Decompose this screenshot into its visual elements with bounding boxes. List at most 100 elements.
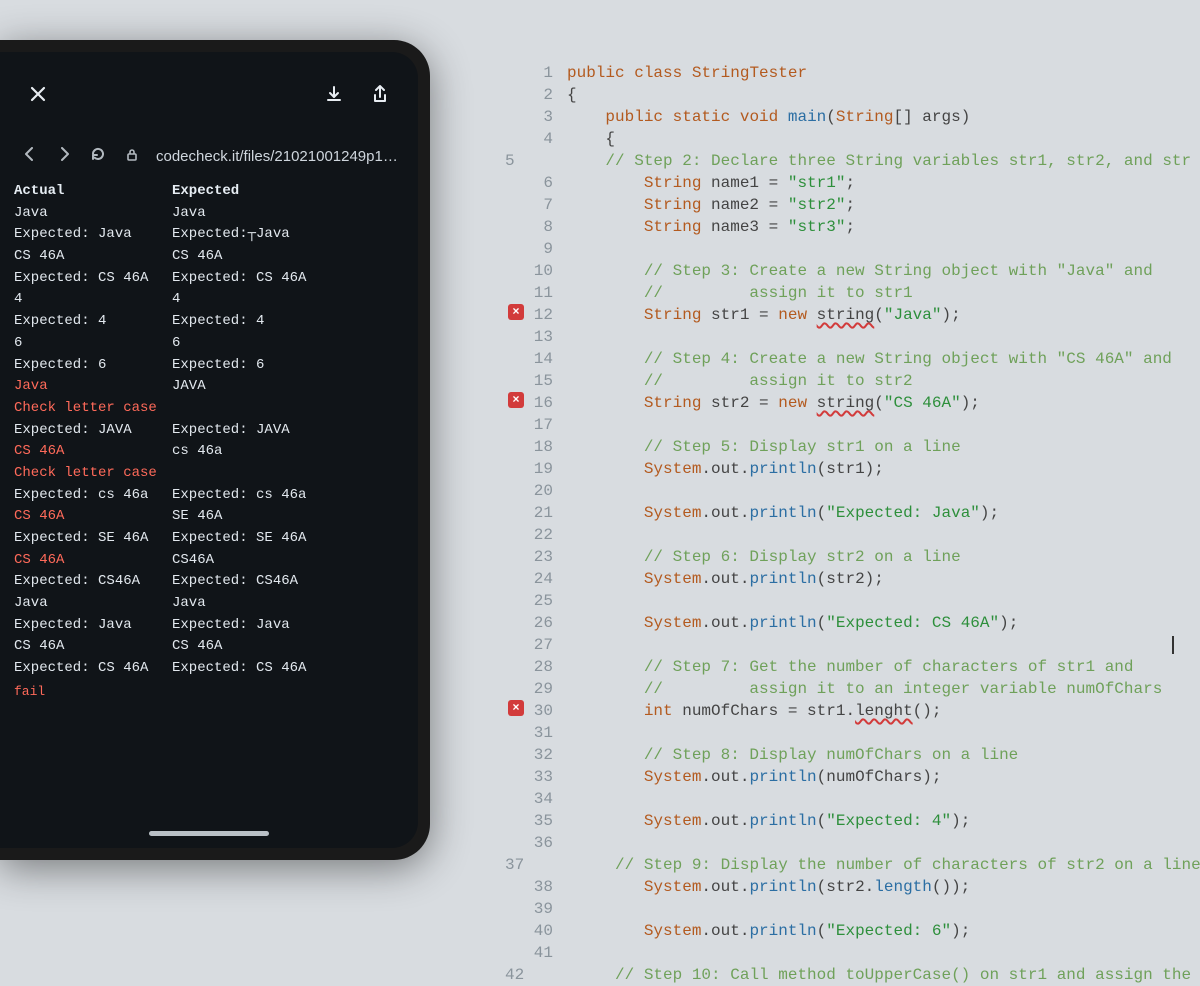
code-line[interactable]: 20 bbox=[505, 480, 1190, 502]
code-line[interactable]: 42 // Step 10: Call method toUpperCase()… bbox=[505, 964, 1190, 986]
code-content[interactable]: System.out.println(numOfChars); bbox=[567, 766, 941, 788]
code-line[interactable]: 18 // Step 5: Display str1 on a line bbox=[505, 436, 1190, 458]
code-content[interactable]: // Step 2: Declare three String variable… bbox=[529, 150, 1192, 172]
code-line[interactable]: 26 System.out.println("Expected: CS 46A"… bbox=[505, 612, 1190, 634]
code-line[interactable]: 11 // assign it to str1 bbox=[505, 282, 1190, 304]
code-line[interactable]: 17 bbox=[505, 414, 1190, 436]
code-content[interactable]: System.out.println(str1); bbox=[567, 458, 884, 480]
code-content[interactable]: String name1 = "str1"; bbox=[567, 172, 855, 194]
code-line[interactable]: 32 // Step 8: Display numOfChars on a li… bbox=[505, 744, 1190, 766]
line-number: 18 bbox=[527, 436, 567, 458]
code-line[interactable]: 33 System.out.println(numOfChars); bbox=[505, 766, 1190, 788]
code-line[interactable]: 21 System.out.println("Expected: Java"); bbox=[505, 502, 1190, 524]
code-content[interactable]: // Step 8: Display numOfChars on a line bbox=[567, 744, 1018, 766]
code-content[interactable]: System.out.println("Expected: 6"); bbox=[567, 920, 970, 942]
code-line[interactable]: ×12 String str1 = new string("Java"); bbox=[505, 304, 1190, 326]
code-line[interactable]: 40 System.out.println("Expected: 6"); bbox=[505, 920, 1190, 942]
code-line[interactable]: 1public class StringTester bbox=[505, 62, 1190, 84]
download-icon[interactable] bbox=[320, 80, 348, 108]
code-editor[interactable]: 1public class StringTester2{3 public sta… bbox=[505, 62, 1190, 890]
code-line[interactable]: 24 System.out.println(str2); bbox=[505, 568, 1190, 590]
url-text[interactable]: codecheck.it/files/21021001249p1b4a9sn32… bbox=[156, 148, 398, 165]
code-line[interactable]: 36 bbox=[505, 832, 1190, 854]
line-number: 36 bbox=[527, 832, 567, 854]
code-content[interactable]: // assign it to str1 bbox=[567, 282, 913, 304]
forward-icon[interactable] bbox=[54, 146, 74, 167]
code-content[interactable] bbox=[567, 634, 1174, 656]
code-content[interactable]: public static void main(String[] args) bbox=[567, 106, 970, 128]
code-line[interactable]: 8 String name3 = "str3"; bbox=[505, 216, 1190, 238]
code-line[interactable]: 2{ bbox=[505, 84, 1190, 106]
code-line[interactable]: 25 bbox=[505, 590, 1190, 612]
table-cell-actual: Expected: JAVA bbox=[14, 420, 154, 442]
table-cell-actual: Expected: 4 bbox=[14, 311, 154, 333]
line-number: 41 bbox=[527, 942, 567, 964]
code-line[interactable]: 10 // Step 3: Create a new String object… bbox=[505, 260, 1190, 282]
code-content[interactable]: { bbox=[567, 84, 577, 106]
code-line[interactable]: 19 System.out.println(str1); bbox=[505, 458, 1190, 480]
code-line[interactable]: 6 String name1 = "str1"; bbox=[505, 172, 1190, 194]
code-content[interactable]: // Step 3: Create a new String object wi… bbox=[567, 260, 1153, 282]
code-content[interactable]: System.out.println(str2.length()); bbox=[567, 876, 970, 898]
code-line[interactable]: 4 { bbox=[505, 128, 1190, 150]
code-content[interactable]: String name2 = "str2"; bbox=[567, 194, 855, 216]
code-content[interactable]: System.out.println("Expected: Java"); bbox=[567, 502, 999, 524]
code-content[interactable]: // assign it to an integer variable numO… bbox=[567, 678, 1162, 700]
code-line[interactable]: 28 // Step 7: Get the number of characte… bbox=[505, 656, 1190, 678]
code-line[interactable]: 37 // Step 9: Display the number of char… bbox=[505, 854, 1190, 876]
code-content[interactable]: // Step 6: Display str2 on a line bbox=[567, 546, 961, 568]
back-icon[interactable] bbox=[20, 146, 40, 167]
line-number: 24 bbox=[527, 568, 567, 590]
table-cell-expected: Expected: 6 bbox=[172, 355, 404, 377]
code-content[interactable]: // assign it to str2 bbox=[567, 370, 913, 392]
code-line[interactable]: 29 // assign it to an integer variable n… bbox=[505, 678, 1190, 700]
code-line[interactable]: 27 bbox=[505, 634, 1190, 656]
code-line[interactable]: 13 bbox=[505, 326, 1190, 348]
line-number: 38 bbox=[527, 876, 567, 898]
phone-screen: codecheck.it/files/21021001249p1b4a9sn32… bbox=[0, 52, 418, 848]
code-line[interactable]: 34 bbox=[505, 788, 1190, 810]
line-number: 6 bbox=[527, 172, 567, 194]
code-line[interactable]: 3 public static void main(String[] args) bbox=[505, 106, 1190, 128]
code-line[interactable]: 35 System.out.println("Expected: 4"); bbox=[505, 810, 1190, 832]
close-icon[interactable] bbox=[24, 80, 52, 108]
code-content[interactable]: System.out.println(str2); bbox=[567, 568, 884, 590]
table-cell-actual: Java bbox=[14, 593, 154, 615]
code-line[interactable]: 9 bbox=[505, 238, 1190, 260]
code-content[interactable]: { bbox=[567, 128, 615, 150]
error-icon[interactable]: × bbox=[508, 392, 524, 408]
code-line[interactable]: 22 bbox=[505, 524, 1190, 546]
code-line[interactable]: 41 bbox=[505, 942, 1190, 964]
code-content[interactable]: System.out.println("Expected: 4"); bbox=[567, 810, 970, 832]
code-content[interactable]: System.out.println("Expected: CS 46A"); bbox=[567, 612, 1018, 634]
error-icon[interactable]: × bbox=[508, 700, 524, 716]
table-cell-expected: Expected: SE 46A bbox=[172, 528, 404, 550]
code-content[interactable]: // Step 4: Create a new String object wi… bbox=[567, 348, 1172, 370]
code-content[interactable]: // Step 9: Display the number of charact… bbox=[538, 854, 1200, 876]
line-number: 34 bbox=[527, 788, 567, 810]
code-line[interactable]: ×30 int numOfChars = str1.lenght(); bbox=[505, 700, 1190, 722]
error-icon[interactable]: × bbox=[508, 304, 524, 320]
code-content[interactable]: // Step 5: Display str1 on a line bbox=[567, 436, 961, 458]
table-cell-expected: Expected: CS46A bbox=[172, 571, 404, 593]
code-content[interactable]: String str2 = new string("CS 46A"); bbox=[567, 392, 980, 414]
line-number: 17 bbox=[527, 414, 567, 436]
code-line[interactable]: 7 String name2 = "str2"; bbox=[505, 194, 1190, 216]
code-content[interactable]: // Step 7: Get the number of characters … bbox=[567, 656, 1134, 678]
home-indicator[interactable] bbox=[149, 831, 269, 836]
reload-icon[interactable] bbox=[88, 146, 108, 167]
code-line[interactable]: ×16 String str2 = new string("CS 46A"); bbox=[505, 392, 1190, 414]
code-content[interactable]: public class StringTester bbox=[567, 62, 807, 84]
code-line[interactable]: 15 // assign it to str2 bbox=[505, 370, 1190, 392]
code-line[interactable]: 38 System.out.println(str2.length()); bbox=[505, 876, 1190, 898]
code-content[interactable]: String str1 = new string("Java"); bbox=[567, 304, 961, 326]
code-line[interactable]: 5 // Step 2: Declare three String variab… bbox=[505, 150, 1190, 172]
code-line[interactable]: 39 bbox=[505, 898, 1190, 920]
share-icon[interactable] bbox=[366, 80, 394, 108]
code-content[interactable]: // Step 10: Call method toUpperCase() on… bbox=[538, 964, 1191, 986]
code-line[interactable]: 23 // Step 6: Display str2 on a line bbox=[505, 546, 1190, 568]
code-content[interactable]: int numOfChars = str1.lenght(); bbox=[567, 700, 941, 722]
code-line[interactable]: 14 // Step 4: Create a new String object… bbox=[505, 348, 1190, 370]
code-line[interactable]: 31 bbox=[505, 722, 1190, 744]
code-content[interactable]: String name3 = "str3"; bbox=[567, 216, 855, 238]
